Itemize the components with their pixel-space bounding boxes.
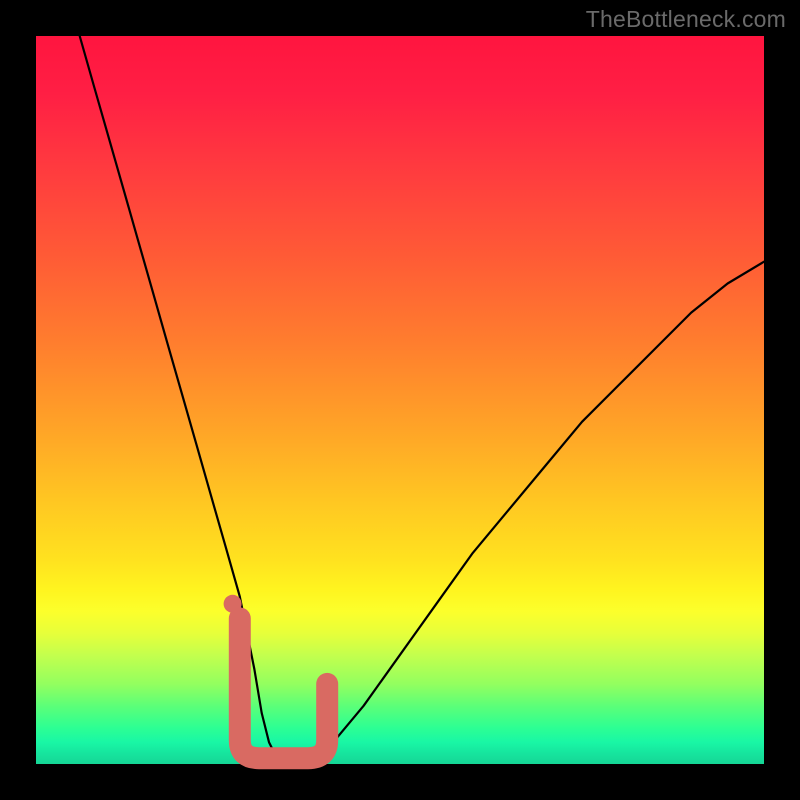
chart-frame: TheBottleneck.com — [0, 0, 800, 800]
bottleneck-curve — [80, 36, 764, 764]
plot-area — [36, 36, 764, 764]
curve-svg — [36, 36, 764, 764]
optimal-marker-dot — [224, 595, 242, 613]
optimal-marker-u — [240, 618, 327, 758]
watermark-text: TheBottleneck.com — [586, 6, 786, 33]
